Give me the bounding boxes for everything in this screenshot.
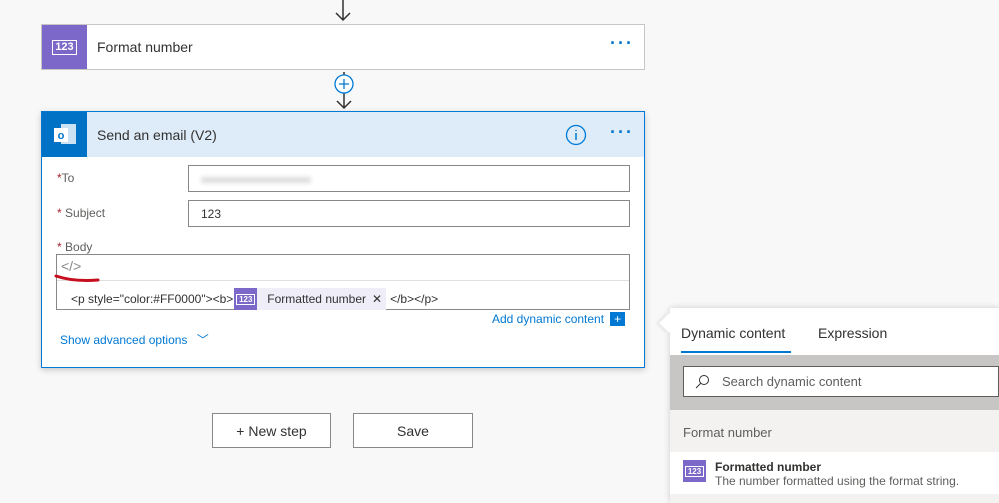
subject-input[interactable]: 123 bbox=[188, 200, 630, 227]
formatted-number-token[interactable]: 123 Formatted number ✕ bbox=[234, 288, 387, 310]
save-button[interactable]: Save bbox=[353, 413, 473, 448]
more-options-icon[interactable]: ··· bbox=[610, 122, 634, 143]
send-email-card: o Send an email (V2) ··· *To * Subject 1… bbox=[41, 111, 645, 368]
insert-step-icon[interactable] bbox=[332, 72, 356, 110]
outlook-icon: o bbox=[42, 112, 87, 157]
show-advanced-options[interactable]: Show advanced options ﹀ bbox=[60, 331, 209, 348]
remove-token-icon[interactable]: ✕ bbox=[372, 292, 386, 306]
add-dynamic-content-link[interactable]: Add dynamic content + bbox=[492, 312, 626, 326]
redacted-email bbox=[201, 177, 311, 183]
arrow-down-icon bbox=[335, 0, 351, 22]
dynamic-item-formatted-number[interactable]: 123 Formatted number The number formatted… bbox=[670, 452, 999, 494]
svg-text:o: o bbox=[57, 130, 64, 142]
tab-dynamic-content[interactable]: Dynamic content bbox=[681, 325, 791, 353]
body-editor[interactable]: </> <p style="color:#FF0000"><b> 123 For… bbox=[56, 254, 630, 310]
card-title: Format number bbox=[97, 39, 193, 55]
chevron-down-icon: ﹀ bbox=[196, 333, 209, 347]
card-title: Send an email (V2) bbox=[97, 127, 217, 143]
123-icon: 123 bbox=[683, 460, 706, 482]
123-icon: 123 bbox=[234, 288, 258, 310]
subject-label: * Subject bbox=[57, 206, 106, 220]
search-icon bbox=[695, 374, 709, 388]
red-underline-annotation bbox=[54, 274, 100, 282]
to-input[interactable] bbox=[188, 165, 630, 192]
body-label: * Body bbox=[57, 240, 93, 254]
tab-expression[interactable]: Expression bbox=[818, 325, 887, 341]
123-icon: 123 bbox=[42, 25, 87, 69]
new-step-button[interactable]: + New step bbox=[212, 413, 331, 448]
search-dynamic-content-input[interactable]: Search dynamic content bbox=[683, 366, 999, 397]
info-icon[interactable] bbox=[565, 124, 587, 146]
section-header: Format number bbox=[670, 410, 999, 452]
more-options-icon[interactable]: ··· bbox=[610, 33, 634, 54]
plus-icon: + bbox=[610, 312, 626, 326]
body-content[interactable]: <p style="color:#FF0000"><b> 123 Formatt… bbox=[71, 288, 438, 310]
to-label: *To bbox=[57, 171, 75, 185]
dynamic-content-panel: Dynamic content Expression Search dynami… bbox=[659, 308, 999, 503]
format-number-card[interactable]: 123 Format number ··· bbox=[41, 24, 645, 70]
